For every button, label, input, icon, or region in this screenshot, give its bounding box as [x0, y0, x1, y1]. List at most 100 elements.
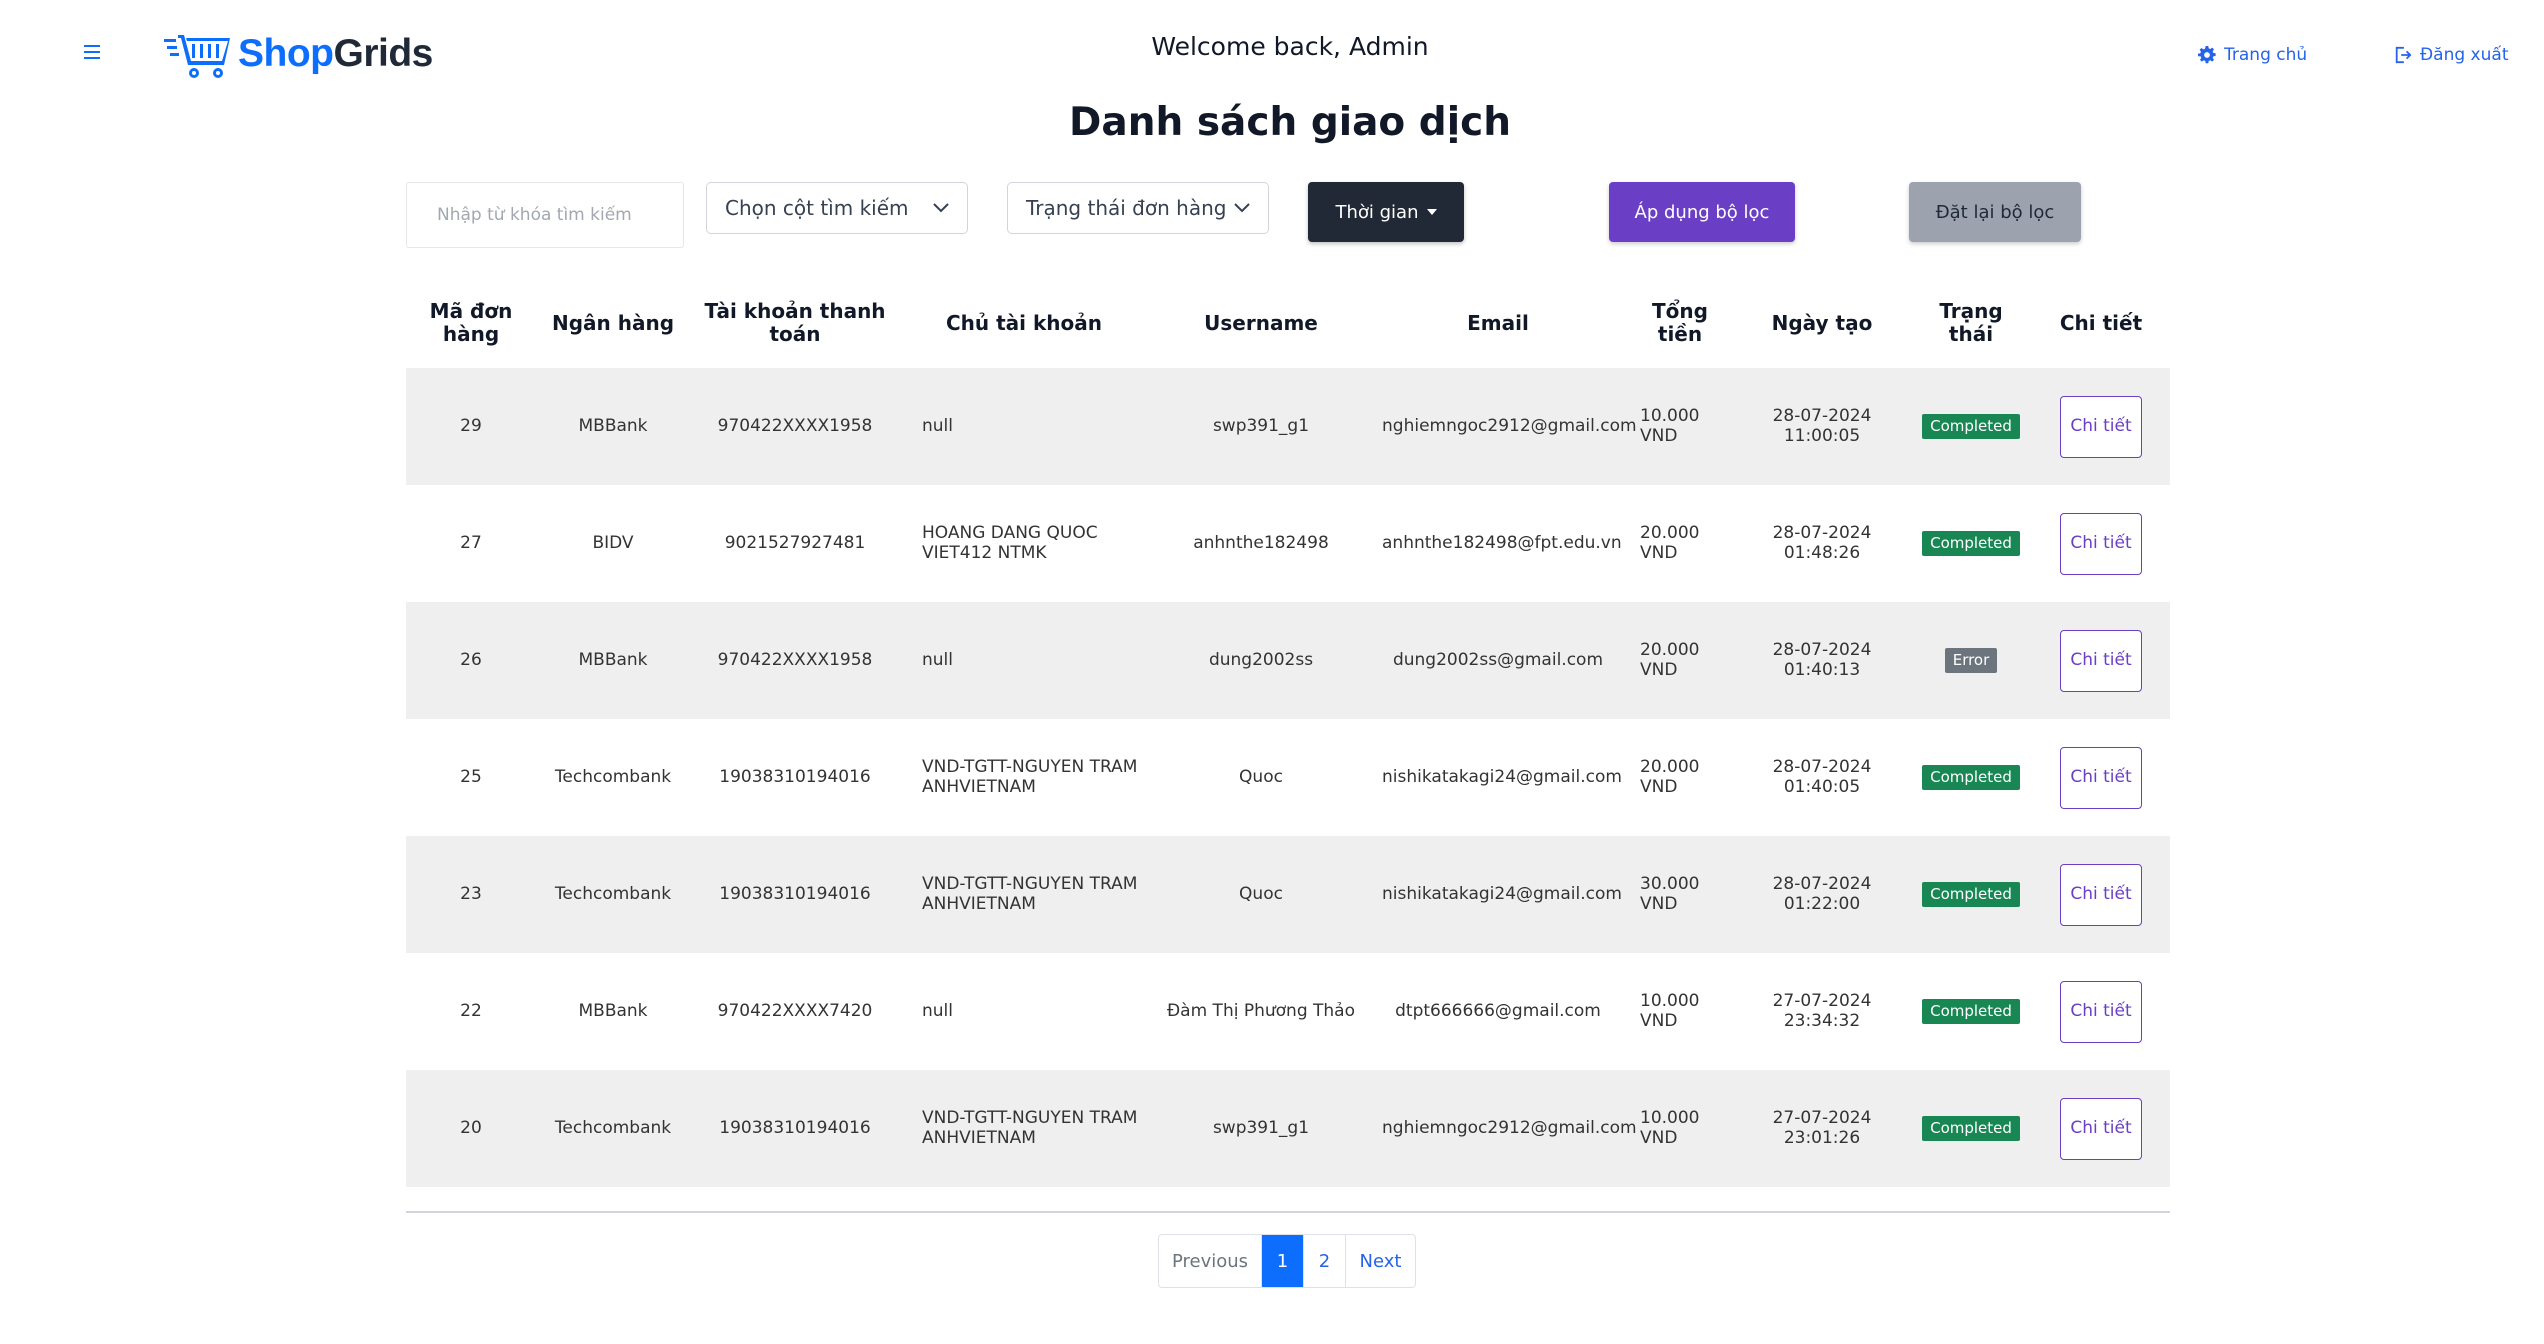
search-input[interactable]: [406, 182, 684, 248]
brand-name: ShopGrids: [238, 32, 433, 75]
order-id-cell: 29: [460, 415, 482, 436]
table-row: 20 Techcombank 19038310194016 VND-TGTT-NGUY…: [406, 1070, 2170, 1187]
created-date: 28-07-2024: [1772, 405, 1872, 426]
status-select[interactable]: Trạng thái đơn hàng: [1007, 182, 1269, 234]
detail-button[interactable]: Chi tiết: [2060, 512, 2142, 575]
order-id-cell: 26: [460, 649, 482, 670]
created-time: 01:22:00: [1783, 893, 1861, 914]
status-badge: Completed: [1922, 881, 2020, 908]
table-row: 22 MBBank 970422XXXX7420 null Đàm Thị Phương…: [406, 953, 2170, 1070]
owner-cell: HOANG DANG QUOC VIET412 NTMK: [922, 522, 1098, 563]
status-badge: Completed: [1922, 998, 2020, 1025]
logout-link[interactable]: Đăng xuất: [2394, 40, 2508, 70]
username-cell: Đàm Thị Phương Thảo: [1167, 1000, 1355, 1021]
detail-button[interactable]: Chi tiết: [2060, 980, 2142, 1043]
account-cell: 19038310194016: [719, 766, 871, 787]
brand-logo[interactable]: ShopGrids: [164, 26, 433, 82]
created-time: 01:48:26: [1783, 542, 1861, 563]
created-cell: 28-07-2024 11:00:05: [1738, 405, 1906, 446]
home-link-label: Trang chủ: [2224, 45, 2308, 65]
header-id[interactable]: Mã đơn hàng: [406, 300, 536, 346]
column-select[interactable]: Chọn cột tìm kiếm: [706, 182, 968, 234]
pagination-page-2[interactable]: 2: [1303, 1235, 1345, 1287]
detail-cell: Chi tiết: [2036, 512, 2166, 575]
detail-button[interactable]: Chi tiết: [2060, 1097, 2142, 1160]
account-cell: 970422XXXX1958: [717, 415, 873, 436]
home-link[interactable]: Trang chủ: [2198, 40, 2307, 70]
total-cell: 10.000 VND: [1640, 405, 1700, 446]
total-cell: 10.000 VND: [1640, 1107, 1700, 1148]
detail-button[interactable]: Chi tiết: [2060, 395, 2142, 458]
created-cell: 28-07-2024 01:22:00: [1738, 874, 1906, 914]
column-select-value: Chọn cột tìm kiếm: [725, 196, 909, 220]
header-owner[interactable]: Chủ tài khoản: [900, 311, 1148, 335]
bank-cell: Techcombank: [554, 766, 672, 787]
header-status[interactable]: Trạng thái: [1906, 300, 2036, 346]
detail-button[interactable]: Chi tiết: [2060, 629, 2142, 692]
pagination-page-1[interactable]: 1: [1261, 1235, 1303, 1287]
detail-cell: Chi tiết: [2036, 1097, 2166, 1160]
status-badge: Completed: [1922, 1115, 2020, 1142]
email-cell: nghiemngoc2912@gmail.com: [1382, 1117, 1637, 1138]
logout-icon: [2395, 46, 2412, 64]
detail-button[interactable]: Chi tiết: [2060, 863, 2142, 926]
username-cell: Quoc: [1239, 766, 1283, 787]
total-cell: 20.000 VND: [1640, 639, 1700, 680]
pagination-previous[interactable]: Previous: [1159, 1235, 1261, 1287]
created-cell: 28-07-2024 01:40:05: [1738, 756, 1906, 797]
status-badge: Completed: [1922, 764, 2020, 791]
pagination-next[interactable]: Next: [1345, 1235, 1415, 1287]
welcome-message: Welcome back, Admin: [1151, 32, 1429, 61]
created-date: 28-07-2024: [1772, 756, 1872, 777]
created-time: 01:40:05: [1783, 776, 1861, 797]
time-filter-button[interactable]: Thời gian: [1308, 182, 1464, 242]
header-username[interactable]: Username: [1148, 311, 1374, 335]
total-cell: 20.000 VND: [1640, 522, 1700, 563]
order-id-cell: 22: [460, 1000, 482, 1021]
header-email[interactable]: Email: [1374, 311, 1622, 335]
order-id-cell: 20: [460, 1117, 482, 1138]
detail-cell: Chi tiết: [2036, 629, 2166, 692]
created-cell: 28-07-2024 01:40:13: [1738, 640, 1906, 680]
table-body: 29 MBBank 970422XXXX1958 null swp391_g1 nghie…: [406, 368, 2170, 1187]
reset-filter-button[interactable]: Đặt lại bộ lọc: [1909, 182, 2081, 242]
caret-down-icon: [1426, 209, 1437, 215]
email-cell: dtpt666666@gmail.com: [1395, 1000, 1601, 1021]
created-time: 23:34:32: [1783, 1010, 1861, 1031]
email-cell: nishikatakagi24@gmail.com: [1382, 766, 1622, 787]
header-total[interactable]: Tổng tiền: [1622, 300, 1738, 346]
chevron-down-icon: [933, 203, 949, 213]
account-cell: 9021527927481: [724, 532, 866, 553]
email-cell: anhnthe182498@fpt.edu.vn: [1382, 532, 1622, 553]
status-cell: Completed: [1906, 764, 2036, 791]
account-cell: 19038310194016: [719, 1117, 871, 1138]
chevron-down-icon: [1234, 203, 1250, 213]
created-date: 27-07-2024: [1772, 1107, 1872, 1128]
table-header: Mã đơn hàng Ngân hàng Tài khoản thanh to…: [406, 278, 2170, 368]
apply-filter-button[interactable]: Áp dụng bộ lọc: [1609, 182, 1795, 242]
header-account[interactable]: Tài khoản thanh toán: [690, 300, 900, 346]
account-cell: 19038310194016: [719, 883, 871, 904]
created-date: 28-07-2024: [1772, 522, 1872, 543]
menu-toggle-icon[interactable]: [84, 40, 108, 64]
total-cell: 30.000 VND: [1640, 873, 1700, 914]
email-cell: nishikatakagi24@gmail.com: [1382, 883, 1622, 904]
username-cell: Quoc: [1239, 883, 1283, 904]
owner-cell: null: [922, 415, 953, 436]
owner-cell: null: [922, 1000, 953, 1021]
created-time: 01:40:13: [1783, 659, 1861, 680]
detail-button[interactable]: Chi tiết: [2060, 746, 2142, 809]
created-time: 11:00:05: [1783, 425, 1861, 446]
bank-cell: Techcombank: [554, 883, 672, 904]
bank-cell: MBBank: [578, 649, 648, 670]
order-id-cell: 23: [460, 883, 482, 904]
status-cell: Completed: [1906, 413, 2036, 440]
status-cell: Completed: [1906, 881, 2036, 908]
header-bank[interactable]: Ngân hàng: [536, 311, 690, 335]
table-divider: [406, 1211, 2170, 1213]
header-created[interactable]: Ngày tạo: [1738, 311, 1906, 335]
bank-cell: MBBank: [578, 415, 648, 436]
table-row: 25 Techcombank 19038310194016 VND-TGTT-NGUY…: [406, 719, 2170, 836]
created-cell: 27-07-2024 23:01:26: [1738, 1107, 1906, 1148]
bank-cell: MBBank: [578, 1000, 648, 1021]
